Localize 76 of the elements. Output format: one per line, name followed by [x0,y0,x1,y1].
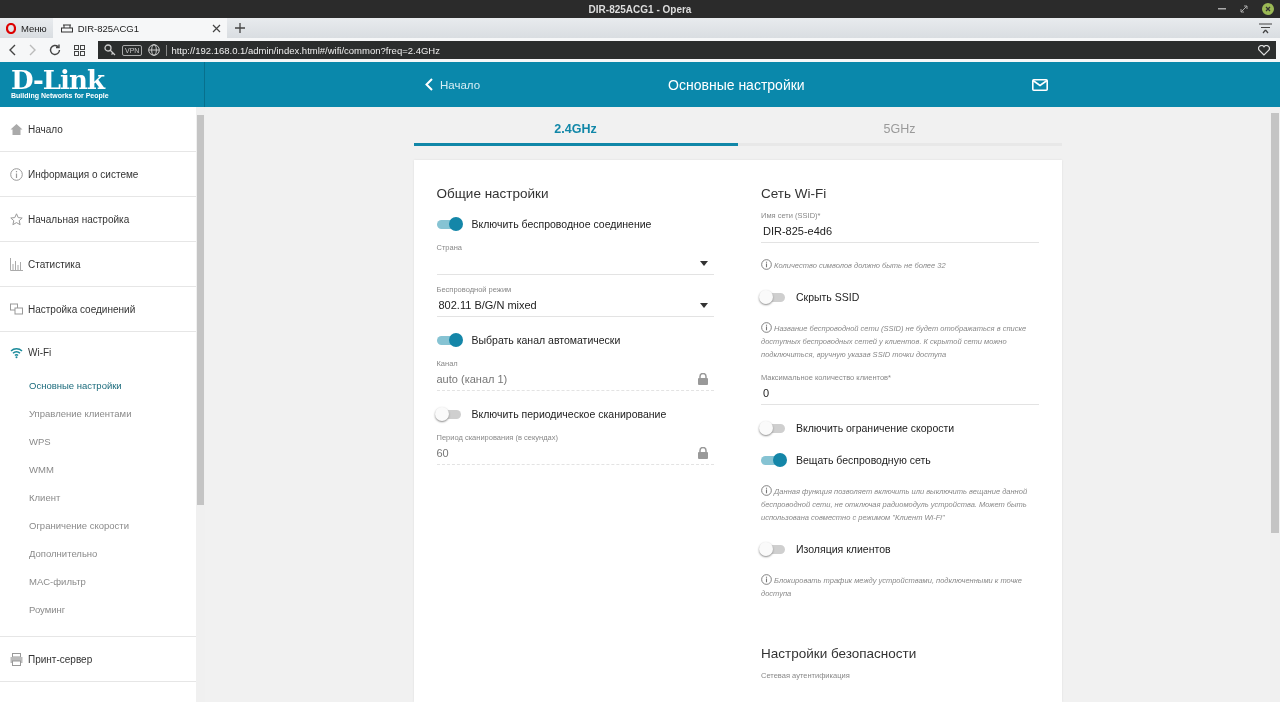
scrollbar[interactable] [196,107,205,702]
mail-icon[interactable] [1031,78,1048,91]
home-icon [10,122,23,136]
toggle-label: Изоляция клиентов [796,543,891,555]
sidebar-subitem[interactable]: Дополнительно [0,540,196,568]
printer-icon [10,652,23,666]
tab-menu-icon[interactable] [1259,23,1272,34]
sidebar-subitem[interactable]: Ограничение скорости [0,512,196,540]
dropdown-field[interactable]: 802.11 B/G/N mixed [436,294,714,317]
caret-icon [700,302,708,308]
input-field[interactable]: 60 [436,442,714,465]
sidebar-item[interactable]: Настройка соединений [0,287,196,331]
sidebar-subitem[interactable]: WPS [0,428,196,456]
opera-logo-icon [6,22,16,34]
section-title: Сеть Wi-Fi [761,186,828,201]
key-icon [104,44,116,56]
toggle-label: Скрыть SSID [796,291,860,303]
toggle-label: Вещать беспроводную сеть [796,454,931,466]
chevron-left-icon [425,78,433,91]
back-link[interactable]: Начало [425,78,481,91]
toggle-switch[interactable] [436,219,461,229]
sidebar-item[interactable]: Информация о системе [0,152,196,196]
reload-icon[interactable] [49,44,61,56]
toggle-switch[interactable] [761,455,785,465]
maximize-icon[interactable] [1240,5,1248,13]
back-icon[interactable] [9,44,16,56]
minimize-icon[interactable] [1218,8,1226,10]
sidebar-subitem[interactable]: MAC-фильтр [0,568,196,596]
toggle-label: Включить периодическое сканирование [471,408,667,420]
bar-chart-icon [10,257,23,271]
lock-icon [698,447,708,459]
info-icon [761,574,772,585]
section-title: Общие настройки [436,186,550,201]
grid-icon[interactable] [74,44,85,56]
sidebar-item[interactable]: Принт-сервер [0,637,196,681]
info-icon [761,259,772,270]
section-title: Настройки безопасности [761,646,918,661]
input-field[interactable]: 0 [761,382,1039,405]
toggle-label: Включить ограничение скорости [796,422,955,434]
wifi-icon [10,345,23,359]
toggle-switch[interactable] [436,409,461,419]
sidebar-subitem[interactable]: Основные настройки [0,372,196,400]
toggle-label: Выбрать канал автоматически [471,334,621,346]
windows-icon [10,302,23,316]
sidebar-item[interactable]: Wi-Fi [0,332,196,372]
toggle-label: Включить беспроводное соединение [471,218,652,230]
info-icon [761,322,772,333]
new-tab-icon[interactable] [234,23,245,33]
info-icon [761,485,772,496]
url-text: http://192.168.0.1/admin/index.html#/wifi/common?freq=2.4GHz [166,44,440,56]
heart-icon[interactable] [1258,44,1270,56]
sidebar-subitem[interactable]: Клиент [0,484,196,512]
input-field[interactable]: auto (канал 1) [436,368,714,391]
browser-tab[interactable]: DIR-825ACG1 [52,18,227,38]
sidebar-item[interactable]: Начало [0,107,196,151]
sidebar-subitem[interactable]: Роуминг [0,596,196,624]
window-title: DIR-825ACG1 - Opera [588,3,692,15]
input-field[interactable]: DIR-825-e4d6 [761,220,1039,243]
toggle-switch[interactable] [761,292,785,302]
page-title: Основные настройки [668,76,805,93]
menu-button[interactable]: Меню [0,18,53,38]
lock-icon [698,373,708,385]
toggle-switch[interactable] [761,423,785,433]
caret-icon [700,260,708,266]
toggle-switch[interactable] [436,335,461,345]
globe-icon [148,44,161,56]
sidebar-subitem[interactable]: Управление клиентами [0,400,196,428]
close-icon[interactable] [1262,3,1274,15]
star-icon [10,212,23,226]
sidebar-subitem[interactable]: WMM [0,456,196,484]
info-icon [10,167,23,181]
sidebar-item[interactable]: Начальная настройка [0,197,196,241]
toggle-switch[interactable] [761,544,785,554]
band-tab[interactable]: 2.4GHz [413,110,738,146]
close-tab-icon[interactable] [211,23,221,33]
sidebar-item[interactable]: Статистика [0,242,196,286]
